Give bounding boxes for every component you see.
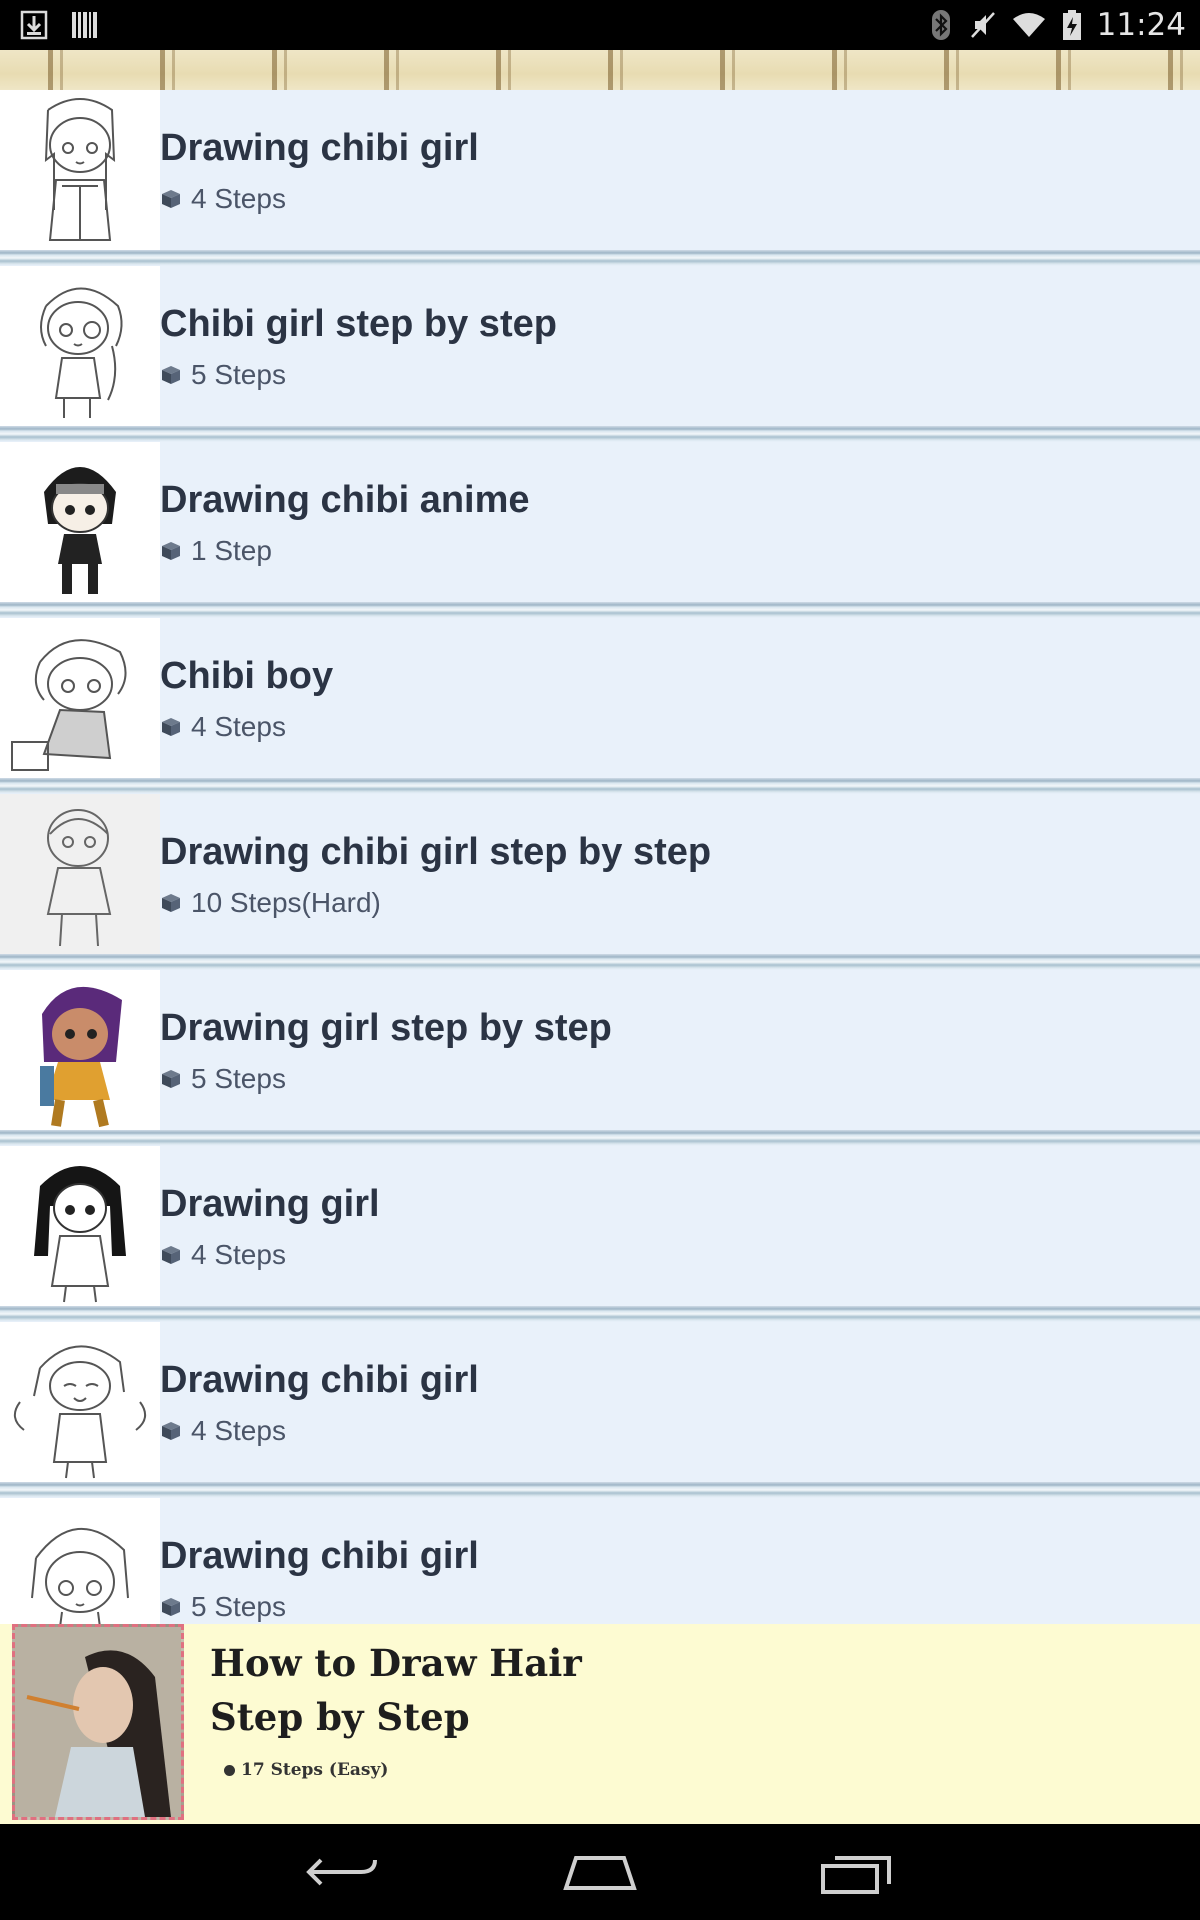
navigation-bar (0, 1824, 1200, 1920)
item-title: Drawing chibi girl (160, 1535, 479, 1577)
wifi-icon (1011, 9, 1047, 41)
item-steps: 4 Steps (191, 1239, 286, 1270)
list-item[interactable]: Drawing chibi girl 4 Steps (0, 90, 1200, 266)
ad-title: How to Draw Hair Step by Step (210, 1636, 710, 1744)
back-icon (306, 1858, 377, 1886)
ad-meta: 17 Steps (Easy) (224, 1760, 388, 1780)
item-meta: 5 Steps (160, 1591, 286, 1623)
thumbnail (0, 970, 160, 1130)
item-meta: 4 Steps (160, 1239, 286, 1271)
item-meta: 5 Steps (160, 359, 286, 391)
list-item[interactable]: Drawing girl 4 Steps (0, 1146, 1200, 1322)
item-meta: 10 Steps(Hard) (160, 887, 381, 919)
steps-cube-icon (162, 1422, 180, 1440)
steps-cube-icon (162, 894, 180, 912)
ad-steps: 17 Steps (Easy) (241, 1760, 389, 1780)
list-item[interactable]: Drawing girl step by step 5 Steps (0, 970, 1200, 1146)
row-divider (0, 1306, 1200, 1322)
row-divider (0, 250, 1200, 266)
recent-apps-button[interactable] (817, 1846, 897, 1898)
item-steps: 5 Steps (191, 359, 286, 390)
item-title: Drawing girl (160, 1183, 380, 1225)
item-steps: 4 Steps (191, 711, 286, 742)
list-item[interactable]: Drawing chibi girl 5 Steps (0, 1498, 1200, 1624)
steps-cube-icon (162, 190, 180, 208)
steps-cube-icon (162, 366, 180, 384)
list-item[interactable]: Drawing chibi anime 1 Step (0, 442, 1200, 618)
thumbnail (0, 1322, 160, 1482)
steps-cube-icon (162, 542, 180, 560)
steps-cube-icon (162, 1070, 180, 1088)
ad-title-line1: How to Draw Hair (210, 1641, 582, 1685)
item-title: Drawing chibi girl step by step (160, 831, 712, 873)
clock: 11:24 (1096, 7, 1186, 43)
item-steps: 4 Steps (191, 183, 286, 214)
bullet-icon (224, 1764, 235, 1776)
bluetooth-icon (927, 9, 955, 41)
home-button[interactable] (560, 1846, 640, 1898)
item-title: Drawing chibi girl (160, 1359, 479, 1401)
thumbnail (0, 1498, 160, 1624)
ad-title-line2: Step by Step (210, 1695, 470, 1739)
header-banner (0, 50, 1200, 90)
thumbnail (0, 1146, 160, 1306)
row-divider (0, 1130, 1200, 1146)
ad-image (12, 1624, 184, 1820)
item-steps: 5 Steps (191, 1063, 286, 1094)
item-title: Chibi boy (160, 655, 334, 697)
thumbnail (0, 794, 160, 954)
steps-cube-icon (162, 1246, 180, 1264)
home-icon (563, 1856, 637, 1890)
item-title: Drawing girl step by step (160, 1007, 612, 1049)
download-icon (20, 9, 48, 41)
row-divider (0, 954, 1200, 970)
list-item[interactable]: Chibi girl step by step 5 Steps (0, 266, 1200, 442)
item-title: Drawing chibi girl (160, 127, 479, 169)
row-divider (0, 602, 1200, 618)
list-item[interactable]: Drawing chibi girl step by step 10 Steps… (0, 794, 1200, 970)
thumbnail (0, 266, 160, 426)
list-item[interactable]: Chibi boy 4 Steps (0, 618, 1200, 794)
item-steps: 1 Step (191, 535, 272, 566)
status-bar: 11:24 (0, 0, 1200, 50)
item-meta: 1 Step (160, 535, 272, 567)
item-steps: 5 Steps (191, 1591, 286, 1622)
thumbnail (0, 442, 160, 602)
list-item[interactable]: Drawing chibi girl 4 Steps (0, 1322, 1200, 1498)
item-meta: 4 Steps (160, 183, 286, 215)
back-button[interactable] (303, 1846, 383, 1898)
item-title: Chibi girl step by step (160, 303, 557, 345)
vibrate-mute-icon (969, 9, 997, 41)
row-divider (0, 778, 1200, 794)
ad-banner[interactable]: How to Draw Hair Step by Step 17 Steps (… (0, 1624, 1200, 1824)
item-meta: 4 Steps (160, 711, 286, 743)
item-steps: 10 Steps(Hard) (191, 887, 381, 918)
item-title: Drawing chibi anime (160, 479, 530, 521)
row-divider (0, 426, 1200, 442)
item-meta: 5 Steps (160, 1063, 286, 1095)
battery-icon (1061, 9, 1083, 41)
row-divider (0, 1482, 1200, 1498)
barcode-icon (70, 9, 98, 41)
tutorial-list[interactable]: Drawing chibi girl 4 Steps Chibi girl st… (0, 90, 1200, 1624)
recent-apps-icon (821, 1856, 891, 1894)
thumbnail (0, 90, 160, 250)
steps-cube-icon (162, 718, 180, 736)
steps-cube-icon (162, 1598, 180, 1616)
item-meta: 4 Steps (160, 1415, 286, 1447)
thumbnail (0, 618, 160, 778)
item-steps: 4 Steps (191, 1415, 286, 1446)
